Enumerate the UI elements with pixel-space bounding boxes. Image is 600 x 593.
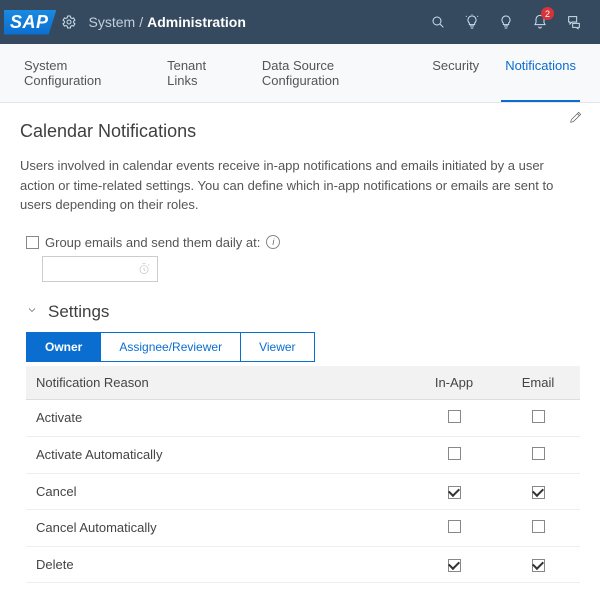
tab-security[interactable]: Security bbox=[428, 44, 483, 102]
inapp-cell bbox=[412, 399, 496, 436]
breadcrumb: System / Administration bbox=[89, 14, 246, 30]
email-checkbox[interactable] bbox=[532, 559, 545, 572]
table-row: Cancel bbox=[26, 473, 580, 509]
table-row: Delete bbox=[26, 546, 580, 582]
segment-owner[interactable]: Owner bbox=[27, 333, 101, 361]
info-icon[interactable]: i bbox=[266, 235, 280, 249]
inapp-checkbox[interactable] bbox=[448, 559, 461, 572]
settings-section-header: Settings bbox=[26, 302, 580, 322]
inapp-cell bbox=[412, 546, 496, 582]
inapp-cell bbox=[412, 509, 496, 546]
tab-data-source-configuration[interactable]: Data Source Configuration bbox=[258, 44, 410, 102]
notification-badge: 2 bbox=[541, 7, 554, 20]
email-checkbox[interactable] bbox=[532, 486, 545, 499]
group-emails-row: Group emails and send them daily at: i bbox=[26, 235, 580, 250]
notification-reason-cell: Cancel Automatically bbox=[26, 509, 412, 546]
time-picker-icon bbox=[137, 262, 151, 276]
col-email-header: Email bbox=[496, 366, 580, 400]
email-checkbox[interactable] bbox=[532, 410, 545, 423]
table-row: Cancel Automatically bbox=[26, 509, 580, 546]
email-cell bbox=[496, 399, 580, 436]
inapp-cell bbox=[412, 436, 496, 473]
email-checkbox[interactable] bbox=[532, 447, 545, 460]
tab-notifications[interactable]: Notifications bbox=[501, 44, 580, 102]
col-reason-header: Notification Reason bbox=[26, 366, 412, 400]
breadcrumb-parent[interactable]: System bbox=[89, 14, 136, 30]
gear-icon[interactable] bbox=[57, 6, 81, 38]
bell-icon[interactable]: 2 bbox=[524, 6, 556, 38]
segment-assignee-reviewer[interactable]: Assignee/Reviewer bbox=[101, 333, 241, 361]
segment-viewer[interactable]: Viewer bbox=[241, 333, 313, 361]
page-description: Users involved in calendar events receiv… bbox=[20, 156, 580, 215]
header-actions: 2 bbox=[422, 6, 590, 38]
tab-tenant-links[interactable]: Tenant Links bbox=[163, 44, 240, 102]
group-emails-checkbox[interactable] bbox=[26, 236, 39, 249]
notification-reason-cell: Activate Automatically bbox=[26, 436, 412, 473]
settings-section-title: Settings bbox=[48, 302, 109, 322]
inapp-checkbox[interactable] bbox=[448, 486, 461, 499]
notification-table: Notification Reason In-App Email Activat… bbox=[26, 366, 580, 583]
breadcrumb-current: Administration bbox=[147, 14, 246, 30]
email-cell bbox=[496, 473, 580, 509]
bulb-on-icon[interactable] bbox=[456, 6, 488, 38]
bulb-icon[interactable] bbox=[490, 6, 522, 38]
table-row: Activate bbox=[26, 399, 580, 436]
discuss-icon[interactable] bbox=[558, 6, 590, 38]
logo: SAP bbox=[0, 10, 57, 35]
tab-bar: System Configuration Tenant Links Data Sou… bbox=[0, 44, 600, 103]
breadcrumb-separator: / bbox=[139, 14, 143, 30]
inapp-cell bbox=[412, 473, 496, 509]
email-cell bbox=[496, 436, 580, 473]
page-content: Calendar Notifications Users involved in… bbox=[0, 103, 600, 593]
page-title: Calendar Notifications bbox=[20, 121, 580, 142]
search-icon[interactable] bbox=[422, 6, 454, 38]
col-inapp-header: In-App bbox=[412, 366, 496, 400]
inapp-checkbox[interactable] bbox=[448, 447, 461, 460]
inapp-checkbox[interactable] bbox=[448, 520, 461, 533]
chevron-down-icon[interactable] bbox=[26, 304, 38, 319]
notification-reason-cell: Activate bbox=[26, 399, 412, 436]
group-time-input[interactable] bbox=[42, 256, 158, 282]
email-cell bbox=[496, 546, 580, 582]
role-segmented-control: OwnerAssignee/ReviewerViewer bbox=[26, 332, 315, 362]
tab-system-configuration[interactable]: System Configuration bbox=[20, 44, 145, 102]
notification-reason-cell: Delete bbox=[26, 546, 412, 582]
inapp-checkbox[interactable] bbox=[448, 410, 461, 423]
email-cell bbox=[496, 509, 580, 546]
logo-text: SAP bbox=[4, 10, 57, 35]
table-row: Activate Automatically bbox=[26, 436, 580, 473]
email-checkbox[interactable] bbox=[532, 520, 545, 533]
edit-button[interactable] bbox=[568, 109, 584, 128]
shell-header: SAP System / Administration 2 bbox=[0, 0, 600, 44]
notification-reason-cell: Cancel bbox=[26, 473, 412, 509]
group-emails-label: Group emails and send them daily at: bbox=[45, 235, 260, 250]
settings-section: Settings OwnerAssignee/ReviewerViewer No… bbox=[26, 302, 580, 583]
